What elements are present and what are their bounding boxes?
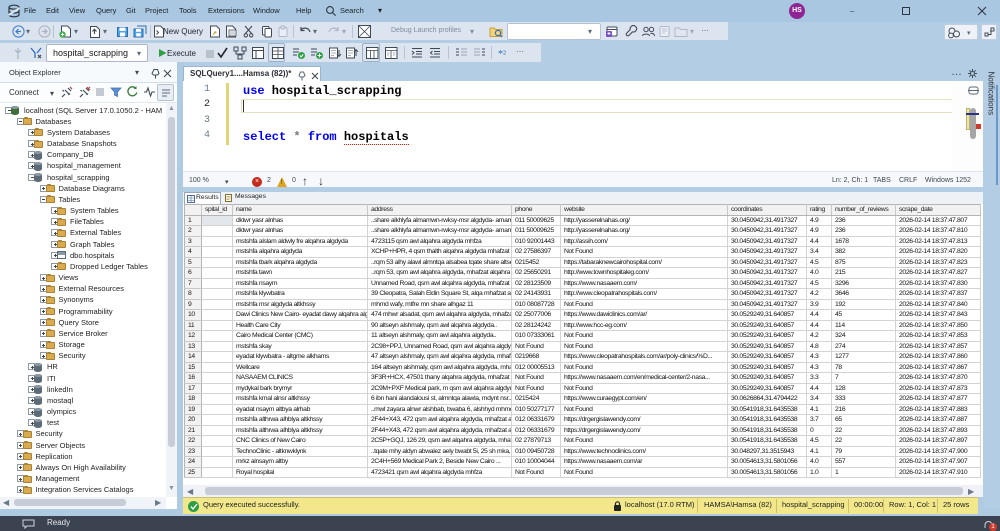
svg-text:*²: *²: [498, 49, 506, 60]
